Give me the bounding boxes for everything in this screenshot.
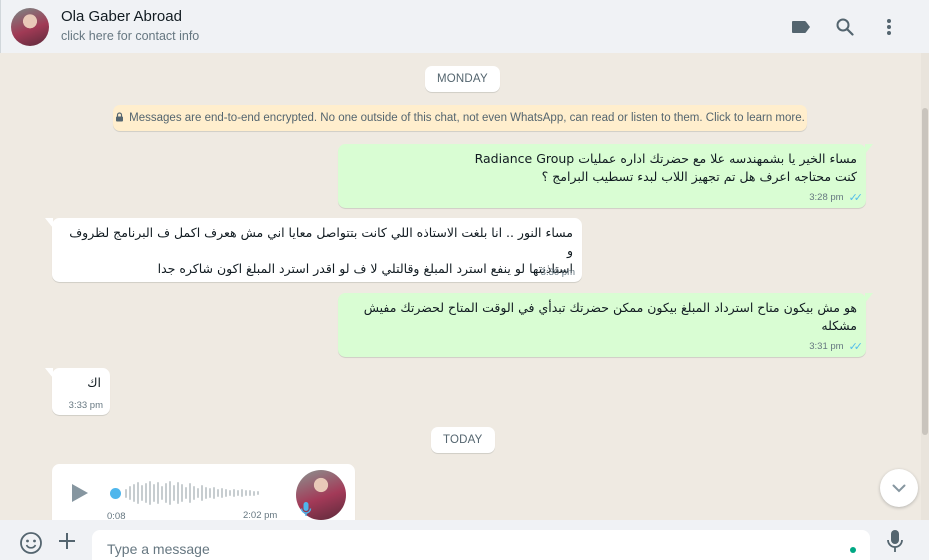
message-line: اك xyxy=(87,375,101,390)
chat-scrollbar[interactable] xyxy=(921,53,929,520)
label-icon[interactable] xyxy=(779,7,823,47)
message-line: مساء النور .. انا بلغت الاستاذه اللي كان… xyxy=(69,225,573,258)
emoji-icon[interactable] xyxy=(19,531,43,560)
play-icon[interactable] xyxy=(72,484,88,502)
message-line: كنت محتاجه اعرف هل تم تجهيز اللاب لبدء ت… xyxy=(541,169,857,184)
menu-icon[interactable] xyxy=(867,7,911,47)
scrollbar-thumb[interactable] xyxy=(922,108,928,435)
scroll-to-bottom-button[interactable] xyxy=(880,469,918,507)
read-receipt-icon: ✓✓ xyxy=(848,192,864,204)
message-bubble-outgoing[interactable]: هو مش بيكون متاح استرداد المبلغ بيكون مم… xyxy=(338,293,873,357)
message-bubble-incoming[interactable]: مساء النور .. انا بلغت الاستاذه اللي كان… xyxy=(45,218,582,282)
message-line: مساء الخير يا بشمهندسه علا مع حضرتك ادار… xyxy=(474,151,857,166)
message-input-wrapper xyxy=(92,530,870,560)
chevron-down-icon xyxy=(892,484,906,492)
playback-position-handle[interactable] xyxy=(110,487,121,499)
message-bubble-incoming[interactable]: اك 3:33 pm xyxy=(45,368,110,415)
message-time: 3:28 pm xyxy=(809,192,844,203)
contact-subtitle: click here for contact info xyxy=(61,29,200,43)
encryption-notice-text: Messages are end-to-end encrypted. No on… xyxy=(129,112,805,124)
message-time: 3:30 pm xyxy=(540,267,575,278)
read-receipt-icon: ✓✓ xyxy=(848,341,864,353)
contact-avatar[interactable] xyxy=(11,7,49,46)
voice-record-icon[interactable] xyxy=(886,529,904,560)
message-time: 3:31 pm xyxy=(809,341,844,352)
mic-icon xyxy=(300,501,312,522)
message-time: 3:33 pm xyxy=(68,400,103,411)
chat-header[interactable]: Ola Gaber Abroad click here for contact … xyxy=(0,0,929,53)
message-line: هو مش بيكون متاح استرداد المبلغ بيكون مم… xyxy=(363,300,857,315)
message-line: مشكله xyxy=(821,318,857,333)
search-icon[interactable] xyxy=(823,7,867,47)
date-separator-monday: MONDAY xyxy=(425,66,500,92)
date-separator-today: TODAY xyxy=(431,427,495,453)
input-status-dot xyxy=(850,547,856,553)
contact-info[interactable]: Ola Gaber Abroad click here for contact … xyxy=(61,8,779,45)
contact-name: Ola Gaber Abroad xyxy=(61,8,182,25)
message-composer xyxy=(0,520,929,560)
lock-icon xyxy=(115,111,124,125)
attach-plus-icon[interactable] xyxy=(57,531,77,556)
encryption-notice[interactable]: Messages are end-to-end encrypted. No on… xyxy=(113,105,807,131)
message-bubble-outgoing[interactable]: مساء الخير يا بشمهندسه علا مع حضرتك ادار… xyxy=(338,144,873,208)
message-input[interactable] xyxy=(92,530,812,560)
voice-waveform[interactable] xyxy=(110,480,259,506)
message-line: استاذنتها لو ينفع استرد المبلغ وقالتلي ل… xyxy=(157,261,573,276)
